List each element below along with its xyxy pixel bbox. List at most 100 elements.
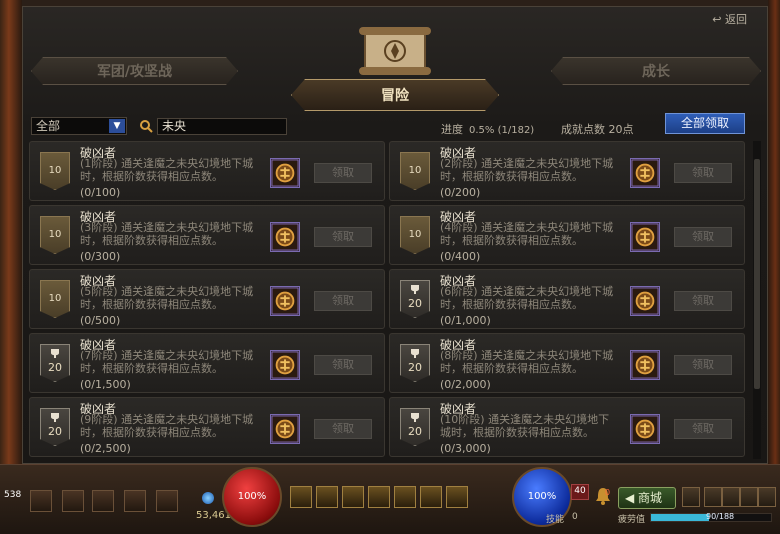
reward-box-icon[interactable] <box>630 222 660 252</box>
level-badge: 40 <box>571 484 589 500</box>
achievement-card: 20 破凶者 (8阶段) 通关逢魔之未央幻境地下城时，根据阶数获得相应点数。 (0/2… <box>389 333 745 393</box>
fatigue-value: 90/188 <box>706 512 735 521</box>
return-icon: ↩ <box>712 13 722 26</box>
progress-display: 进度 0.5% (1/182) <box>441 121 534 137</box>
reward-box-icon[interactable] <box>630 158 660 188</box>
claim-label: 领取 <box>332 166 354 179</box>
character-icon[interactable] <box>704 487 722 507</box>
quick-slot-1[interactable] <box>30 490 52 512</box>
skill-slot-h[interactable] <box>420 486 442 508</box>
mail-icon[interactable] <box>722 487 740 507</box>
tab-legion[interactable]: 军团/攻坚战 <box>31 57 238 85</box>
claim-button[interactable]: 领取 <box>674 355 732 375</box>
grid-menu-icon[interactable] <box>682 487 700 507</box>
reward-box-icon[interactable] <box>630 286 660 316</box>
skill-slot-alt[interactable] <box>446 486 468 508</box>
claim-button[interactable]: 领取 <box>314 355 372 375</box>
reward-box-icon[interactable] <box>270 158 300 188</box>
reward-box-icon[interactable] <box>270 414 300 444</box>
claim-button[interactable]: 领取 <box>314 163 372 183</box>
claim-label: 领取 <box>692 422 714 435</box>
quick-slot-5[interactable] <box>156 490 178 512</box>
reward-box-icon[interactable] <box>270 222 300 252</box>
claim-label: 领取 <box>692 230 714 243</box>
points-badge-value: 10 <box>48 165 62 176</box>
fatigue-fill <box>651 514 709 521</box>
claim-button[interactable]: 领取 <box>674 419 732 439</box>
claim-label: 领取 <box>332 422 354 435</box>
portrait-number: 538 <box>4 490 22 500</box>
achievement-desc: (8阶段) 通关逢魔之未央幻境地下城时，根据阶数获得相应点数。 <box>440 349 614 375</box>
settings-icon[interactable] <box>740 487 758 507</box>
tab-growth[interactable]: 成长 <box>551 57 761 85</box>
points-badge: 20 <box>400 280 430 318</box>
progress-value: 0.5% (1/182) <box>469 125 535 136</box>
points-label: 成就点数 <box>561 123 605 136</box>
claim-label: 领取 <box>692 358 714 371</box>
reward-box-icon[interactable] <box>630 350 660 380</box>
chevron-down-icon[interactable]: ▼ <box>109 119 125 133</box>
points-badge-value: 10 <box>408 165 422 176</box>
progress-label: 进度 <box>441 123 463 136</box>
achievement-card: 20 破凶者 (9阶段) 通关逢魔之未央幻境地下城时，根据阶数获得相应点数。 (0/2… <box>29 397 385 457</box>
reward-box-icon[interactable] <box>270 350 300 380</box>
shop-arrow-icon: ◀ <box>625 491 639 505</box>
gold-icon <box>202 492 214 504</box>
achievement-count: (0/300) <box>80 250 121 263</box>
claim-all-label: 全部领取 <box>680 116 729 130</box>
achievement-count: (0/2,000) <box>440 378 491 391</box>
reward-box-icon[interactable] <box>270 286 300 316</box>
trophy-icon <box>411 349 419 358</box>
claim-label: 领取 <box>332 230 354 243</box>
claim-button[interactable]: 领取 <box>674 227 732 247</box>
claim-all-button[interactable]: 全部领取 <box>665 113 745 134</box>
achievement-card: 10 破凶者 (5阶段) 通关逢魔之未央幻境地下城时，根据阶数获得相应点数。 (0/5… <box>29 269 385 329</box>
skill-slot-f[interactable] <box>368 486 390 508</box>
search-icon <box>140 120 153 133</box>
shop-button[interactable]: ◀ 商城 <box>618 487 676 509</box>
search-input-value: 未央 <box>162 119 187 133</box>
background-right <box>768 0 780 480</box>
quick-slot-4[interactable] <box>124 490 146 512</box>
points-badge: 20 <box>40 408 70 446</box>
mp-value: 100% <box>527 491 557 502</box>
background-left <box>0 0 22 480</box>
claim-button[interactable]: 领取 <box>314 291 372 311</box>
achievement-card: 10 破凶者 (4阶段) 通关逢魔之未央幻境地下城时，根据阶数获得相应点数。 (0/4… <box>389 205 745 265</box>
claim-button[interactable]: 领取 <box>314 227 372 247</box>
tab-adventure[interactable]: 冒险 <box>291 79 499 111</box>
achievement-count: (0/500) <box>80 314 121 327</box>
claim-button[interactable]: 领取 <box>674 291 732 311</box>
scrollbar-thumb[interactable] <box>754 159 760 389</box>
return-label: 返回 <box>725 13 747 26</box>
more-icon[interactable] <box>758 487 776 507</box>
skill-slot-g[interactable] <box>394 486 416 508</box>
skill-slot-s[interactable] <box>316 486 338 508</box>
achievement-desc: (9阶段) 通关逢魔之未央幻境地下城时，根据阶数获得相应点数。 <box>80 413 254 439</box>
skill-slot-d[interactable] <box>342 486 364 508</box>
achievement-desc: (10阶段) 通关逢魔之未央幻境地下城时，根据阶数获得相应点数。 <box>440 413 610 439</box>
return-button[interactable]: ↩ 返回 <box>712 11 747 27</box>
category-select[interactable]: 全部 ▼ <box>31 117 127 135</box>
points-badge-value: 20 <box>408 361 422 374</box>
achievement-window: ↩ 返回 军团/攻坚战 成长 冒险 全部 ▼ 未央 进度 0.5% (1/182)… <box>22 6 768 464</box>
claim-button[interactable]: 领取 <box>314 419 372 439</box>
tab-growth-label: 成长 <box>642 64 670 80</box>
points-badge-value: 20 <box>408 425 422 438</box>
points-badge-value: 20 <box>48 361 62 374</box>
hp-orb: 100% <box>222 467 282 527</box>
quick-slot-2[interactable] <box>62 490 84 512</box>
bell-count: 0 <box>605 488 611 497</box>
category-select-value: 全部 <box>36 119 61 133</box>
achievement-card: 10 破凶者 (1阶段) 通关逢魔之未央幻境地下城时，根据阶数获得相应点数。 (0/1… <box>29 141 385 201</box>
points-badge: 10 <box>400 152 430 190</box>
tab-adventure-label: 冒险 <box>381 88 409 104</box>
skill-slot-a[interactable] <box>290 486 312 508</box>
search-input[interactable]: 未央 <box>157 118 287 135</box>
claim-button[interactable]: 领取 <box>674 163 732 183</box>
tab-legion-label: 军团/攻坚战 <box>96 64 173 80</box>
shop-label: 商城 <box>638 491 663 505</box>
quick-slot-3[interactable] <box>92 490 114 512</box>
reward-box-icon[interactable] <box>630 414 660 444</box>
points-value: 20点 <box>608 123 634 136</box>
